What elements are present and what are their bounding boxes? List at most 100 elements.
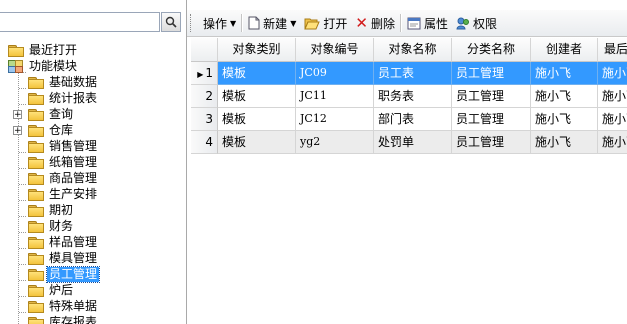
dropdown-arrow-icon: ▼ [290,18,297,28]
tree-item-molds[interactable]: 模具管理 [28,250,99,266]
folder-icon [28,316,44,324]
tree-item-modules[interactable]: 功能模块 [8,58,79,74]
cell-last[interactable]: 施小飞 [598,108,627,131]
module-icon [8,59,24,73]
column-header-last[interactable]: 最后 [598,38,627,62]
tree-item-furnace[interactable]: 炉后 [28,282,75,298]
delete-x-icon: ✕ [355,14,368,32]
folder-icon [28,188,44,201]
new-button[interactable]: 新建 ▼ [244,12,300,34]
open-folder-icon [304,18,321,29]
tree-item-carton[interactable]: 纸箱管理 [28,154,99,170]
folder-icon [28,172,44,185]
cell-category[interactable]: 员工管理 [452,131,531,154]
column-header-category[interactable]: 分类名称 [452,38,531,62]
cell-name[interactable]: 部门表 [374,108,452,131]
new-document-icon [248,16,260,30]
cell-name[interactable]: 职务表 [374,85,452,108]
navigation-pane: 最近打开 功能模块 基础数据 统计报表 + 查询 + 仓库 销售管理 纸箱管理 … [0,0,187,324]
toolbar-grip[interactable] [190,14,194,32]
table-row[interactable]: ▶1 模板 JC09 员工表 员工管理 施小飞 施小飞 [191,62,627,85]
toolbar: 操作 ▼ 新建 ▼ 打开 ✕ 删除 属性 权限 [187,10,627,37]
column-header-code[interactable]: 对象编号 [296,38,374,62]
folder-icon [28,140,44,153]
toolbar-separator [399,14,402,32]
cell-category[interactable]: 员工管理 [452,85,531,108]
table-row[interactable]: 4 模板 yg2 处罚单 员工管理 施小飞 施小飞 [191,131,627,154]
permissions-icon [456,17,469,29]
cell-code[interactable]: JC11 [296,85,374,108]
cell-code[interactable]: JC09 [296,62,374,85]
row-header[interactable]: 4 [191,131,218,154]
cell-creator[interactable]: 施小飞 [531,108,598,131]
column-header-name[interactable]: 对象名称 [374,38,452,62]
open-button[interactable]: 打开 [300,12,351,34]
search-input[interactable] [0,12,160,32]
cell-code[interactable]: yg2 [296,131,374,154]
tree-item-basic-data[interactable]: 基础数据 [28,74,99,90]
row-header[interactable]: ▶ 1 [191,62,218,85]
cell-creator[interactable]: 施小飞 [531,62,598,85]
folder-icon [28,220,44,233]
cell-last[interactable]: 施小飞 [598,131,627,154]
folder-icon [28,300,44,313]
tree-item-reports[interactable]: 统计报表 [28,90,99,106]
tree-item-opening[interactable]: 期初 [28,202,75,218]
toolbar-separator [241,14,244,32]
current-row-arrow-icon: ▶ [197,70,204,79]
cell-creator[interactable]: 施小飞 [531,131,598,154]
table-row[interactable]: 3 模板 JC12 部门表 员工管理 施小飞 施小飞 [191,108,627,131]
properties-button[interactable]: 属性 [403,12,452,34]
cell-last[interactable]: 施小飞 [598,85,627,108]
properties-icon [407,17,421,29]
folder-icon [28,124,44,137]
tree-item-sales[interactable]: 销售管理 [28,138,99,154]
search-icon [165,16,177,28]
folder-icon [28,284,44,297]
tree-item-warehouse[interactable]: 仓库 [28,122,75,138]
folder-icon [28,236,44,249]
cell-category[interactable]: 员工管理 [452,108,531,131]
row-header[interactable]: 2 [191,85,218,108]
folder-icon [28,204,44,217]
cell-type[interactable]: 模板 [218,108,296,131]
tree-item-stock-reports[interactable]: 库存报表 [28,314,99,324]
cell-type[interactable]: 模板 [218,131,296,154]
cell-last[interactable]: 施小飞 [598,62,627,85]
tree-item-recent[interactable]: 最近打开 [8,42,79,58]
cell-type[interactable]: 模板 [218,85,296,108]
folder-icon [28,76,44,89]
tree-item-employees[interactable]: 员工管理 [28,265,101,283]
tree-item-finance[interactable]: 财务 [28,218,75,234]
folder-icon [28,92,44,105]
tree-item-products[interactable]: 商品管理 [28,170,99,186]
folder-icon [28,156,44,169]
search-button[interactable] [161,12,181,32]
folder-icon [28,252,44,265]
tree-item-query[interactable]: 查询 [28,106,75,122]
cell-name[interactable]: 处罚单 [374,131,452,154]
cell-name[interactable]: 员工表 [374,62,452,85]
operate-menu-button[interactable]: 操作 ▼ [199,12,240,34]
table-row[interactable]: 2 模板 JC11 职务表 员工管理 施小飞 施小飞 [191,85,627,108]
folder-icon [8,44,24,57]
cell-category[interactable]: 员工管理 [452,62,531,85]
column-header-type[interactable]: 对象类别 [218,38,296,62]
cell-type[interactable]: 模板 [218,62,296,85]
row-header-corner [191,38,218,62]
tree-item-samples[interactable]: 样品管理 [28,234,99,250]
cell-code[interactable]: JC12 [296,108,374,131]
folder-icon [28,108,44,121]
tree-item-production[interactable]: 生产安排 [28,186,99,202]
expand-query-button[interactable]: + [13,110,22,120]
dropdown-arrow-icon: ▼ [230,18,237,28]
column-header-creator[interactable]: 创建者 [531,38,598,62]
folder-icon [28,268,44,281]
delete-button[interactable]: ✕ 删除 [351,12,399,34]
tree-item-special-docs[interactable]: 特殊单据 [28,298,99,314]
cell-creator[interactable]: 施小飞 [531,85,598,108]
object-table: 对象类别 对象编号 对象名称 分类名称 创建者 最后 ▶ 1 模板 JC09 员工… [191,38,627,324]
row-header[interactable]: 3 [191,108,218,131]
permissions-button[interactable]: 权限 [452,12,501,34]
expand-warehouse-button[interactable]: + [13,126,22,136]
